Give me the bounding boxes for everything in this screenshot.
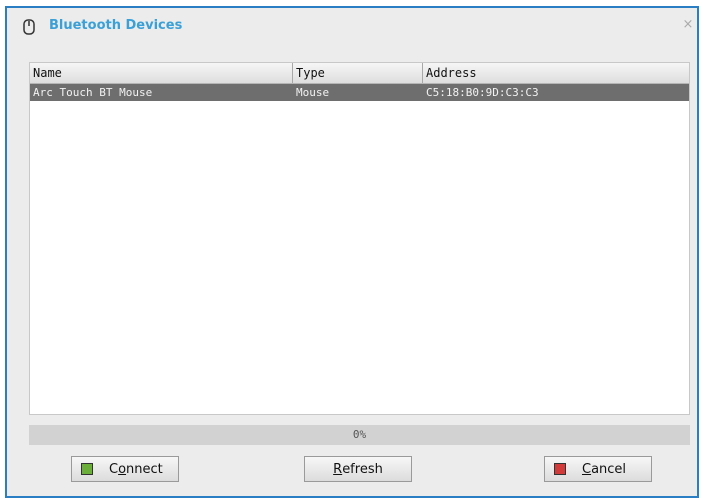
column-header-type[interactable]: Type <box>293 63 423 83</box>
refresh-label-rest: efresh <box>342 461 383 477</box>
column-header-address[interactable]: Address <box>423 63 689 83</box>
connect-label-mnemonic: o <box>118 461 127 477</box>
column-header-name[interactable]: Name <box>30 63 293 83</box>
cancel-button[interactable]: Cancel <box>544 456 652 482</box>
refresh-button[interactable]: Refresh <box>304 456 412 482</box>
cancel-label-rest: ancel <box>591 461 627 477</box>
progress-label: 0% <box>352 428 367 441</box>
device-name-cell: Arc Touch BT Mouse <box>33 86 153 99</box>
bluetooth-devices-dialog: Bluetooth Devices × Name Type Address Ar… <box>5 6 699 498</box>
dialog-title: Bluetooth Devices <box>49 18 183 33</box>
cancel-icon <box>554 463 566 475</box>
list-header: Name Type Address <box>30 63 689 84</box>
mouse-icon <box>23 19 35 35</box>
scan-progress-bar: 0% <box>29 425 690 445</box>
refresh-label-mnemonic: R <box>333 461 343 477</box>
device-type-cell: Mouse <box>296 86 330 99</box>
device-address-cell: C5:18:B0:9D:C3:C3 <box>426 86 539 99</box>
connect-label-rest: nnect <box>126 461 163 477</box>
title-bar: Bluetooth Devices × <box>7 8 697 44</box>
connect-icon <box>81 463 93 475</box>
close-icon[interactable]: × <box>681 18 695 32</box>
table-row[interactable]: Arc Touch BT Mouse Mouse C5:18:B0:9D:C3:… <box>30 84 689 101</box>
cancel-label-mnemonic: C <box>582 461 592 477</box>
connect-button[interactable]: Co nnect <box>71 456 179 482</box>
connect-label-prefix: C <box>109 461 119 477</box>
device-list[interactable]: Name Type Address Arc Touch BT Mouse Mou… <box>29 62 690 415</box>
